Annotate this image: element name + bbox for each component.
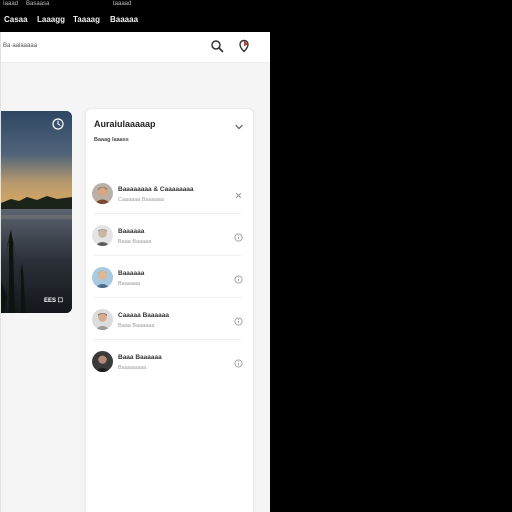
breadcrumb[interactable]: Ba·aalaaaaa [3,43,37,49]
top-tiny-label-2: Basaasa [26,1,50,7]
menu-item-3[interactable]: Taaaag [73,15,100,24]
list-item-name: Baaaaaa [118,270,145,277]
lake-photo [1,111,72,313]
list-item-subtitle: Baaa Baaaaa [118,239,152,245]
avatar [92,351,113,372]
row-divider [94,297,241,298]
close-icon[interactable] [234,187,243,199]
list-item[interactable]: Baaa Baaaaaa Baaaaaaaa [86,341,253,382]
list-item[interactable]: Caaaaa Baaaaaa Baaa Baaaaaa [86,299,253,340]
avatar [92,309,113,330]
avatar [92,225,113,246]
info-icon[interactable] [234,313,243,326]
avatar [92,183,113,204]
landscape-photo-card[interactable]: EES ☐ [1,111,72,313]
top-tiny-label-1: Iaaad [3,1,19,7]
top-tiny-label-3: taaaad [113,1,132,7]
list-title: Auraiulaaaaap [94,119,156,129]
avatar [92,267,113,288]
list-item-name: Baaa Baaaaaa [118,354,162,361]
list-item-subtitle: Baaa Baaaaaa [118,323,155,329]
top-menu-bar: Iaaad Basaasa taaaad Casaa Laaagg Taaaag… [0,0,512,32]
menu-item-4[interactable]: Baaaaa [110,15,138,24]
menu-item-2[interactable]: Laaagg [37,15,65,24]
search-icon[interactable] [210,39,224,53]
list-item-name: Baaaaaa [118,228,145,235]
info-icon[interactable] [234,229,243,242]
list-item[interactable]: Baaaaaa Baaaaaa [86,257,253,298]
list-item-name: Caaaaa Baaaaaa [118,312,169,319]
list-item-subtitle: Caaaaaa Baaaaaa [118,197,164,203]
list-item-subtitle: Baaaaaa [118,281,141,287]
list-item[interactable]: Baaaaaaaa & Caaaaaaaa Caaaaaa Baaaaaa [86,173,253,214]
photo-caption: EES ☐ [43,298,63,304]
panel-header: Ba·aalaaaaa [1,32,270,63]
info-icon[interactable] [234,355,243,368]
list-item-subtitle: Baaaaaaaa [118,365,147,371]
info-icon[interactable] [234,271,243,284]
list-subtitle: Baaag Iaaass [94,137,129,143]
location-pin-icon[interactable] [237,39,251,53]
row-divider [94,213,241,214]
list-item-name: Baaaaaaaa & Caaaaaaaa [118,186,194,193]
menu-item-1[interactable]: Casaa [4,15,28,24]
list-item[interactable]: Baaaaaa Baaa Baaaaa [86,215,253,256]
chevron-down-icon[interactable] [234,119,244,130]
clock-icon[interactable] [52,118,64,130]
contacts-list-card: Auraiulaaaaap Baaag Iaaass Baaaaaaaa & C… [85,108,254,512]
main-panel: Ba·aalaaaaa EES ☐ Auraiulaaaaap Baaag Ia… [0,32,270,512]
row-divider [94,339,241,340]
row-divider [94,255,241,256]
